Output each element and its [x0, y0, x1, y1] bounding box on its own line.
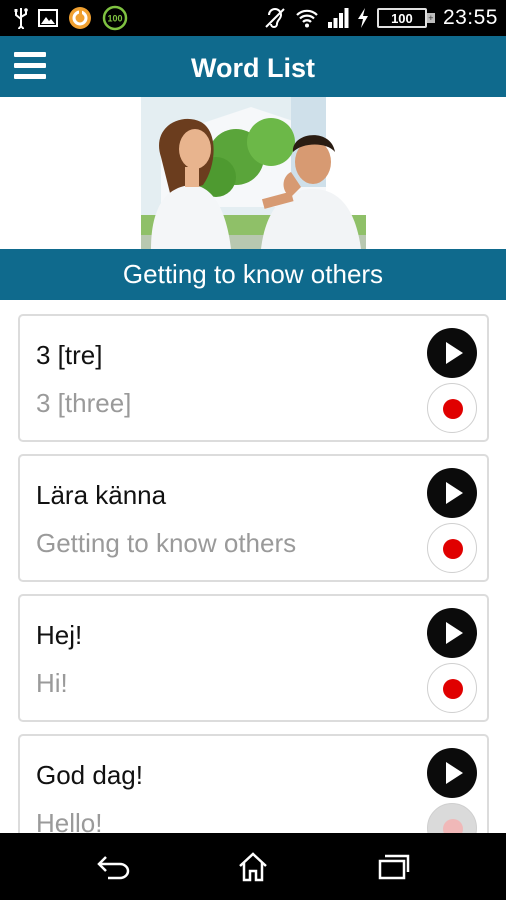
- page-title: Word List: [191, 53, 315, 83]
- battery-saver-icon: 100: [102, 5, 128, 31]
- translation-text: 3 [three]: [36, 388, 132, 418]
- status-bar-system: 100 + 23:55: [263, 6, 498, 30]
- home-icon[interactable]: [233, 849, 273, 885]
- recent-apps-icon[interactable]: [373, 849, 413, 885]
- record-button[interactable]: [427, 523, 477, 573]
- status-bar-notifications: 100: [14, 5, 128, 31]
- navigation-bar: [0, 833, 506, 900]
- list-item: Hej! Hi!: [18, 594, 489, 722]
- list-item: 3 [tre] 3 [three]: [18, 314, 489, 442]
- charging-icon: [357, 8, 369, 28]
- list-item: God dag! Hello!: [18, 734, 489, 833]
- app-header: Word List: [0, 36, 506, 97]
- word-text: Lära känna: [36, 480, 167, 510]
- status-bar: 100 100 + 23:55: [0, 0, 506, 36]
- record-button[interactable]: [427, 383, 477, 433]
- word-text: God dag!: [36, 760, 143, 790]
- word-list[interactable]: 3 [tre] 3 [three] Lära känna Getting to …: [0, 300, 506, 833]
- play-button[interactable]: [427, 328, 477, 378]
- app-notification-icon: [68, 6, 92, 30]
- battery-cap: +: [426, 13, 435, 23]
- hero-section: [0, 97, 506, 249]
- wifi-icon: [295, 8, 319, 28]
- play-button[interactable]: [427, 608, 477, 658]
- clock: 23:55: [442, 6, 498, 29]
- hearing-aid-icon: [263, 7, 287, 29]
- battery-level: 100: [391, 10, 413, 26]
- category-banner: Getting to know others: [0, 249, 506, 300]
- translation-text: Hello!: [36, 808, 103, 833]
- image-icon: [38, 9, 58, 27]
- list-item: Lära känna Getting to know others: [18, 454, 489, 582]
- word-text: 3 [tre]: [36, 340, 103, 370]
- signal-icon: [327, 8, 349, 28]
- notification-badge-text: 100: [107, 14, 122, 24]
- translation-text: Getting to know others: [36, 528, 297, 558]
- play-button[interactable]: [427, 748, 477, 798]
- play-button[interactable]: [427, 468, 477, 518]
- usb-icon: [14, 7, 28, 29]
- translation-text: Hi!: [36, 668, 68, 698]
- back-icon[interactable]: [93, 849, 133, 885]
- record-button[interactable]: [427, 803, 477, 833]
- hero-image: [141, 97, 366, 249]
- battery-icon: 100 +: [376, 8, 435, 28]
- record-button[interactable]: [427, 663, 477, 713]
- word-text: Hej!: [36, 620, 83, 650]
